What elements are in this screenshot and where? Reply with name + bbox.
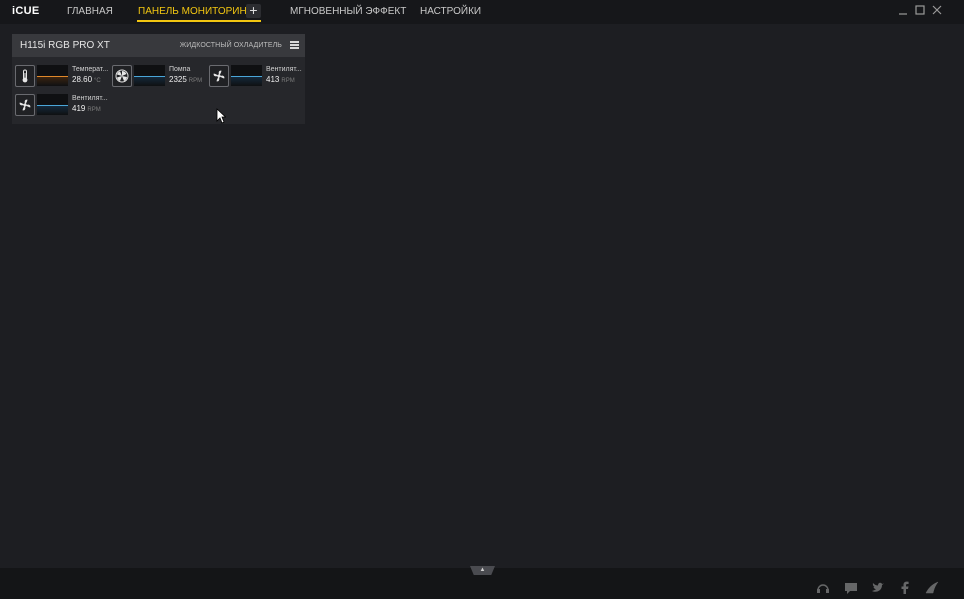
graph-fill [134, 77, 165, 86]
cooler-widget: H115i RGB PRO XT ЖИДКОСТНЫЙ ОХЛАДИТЕЛЬ Т… [12, 34, 305, 124]
twitter-icon[interactable] [871, 581, 885, 595]
sensor-unit: RPM [281, 78, 295, 84]
sensor-graph [37, 94, 68, 115]
sensor-graph [37, 65, 68, 86]
sensor-unit: RPM [188, 78, 203, 84]
sensor-value: 2325 RPM [169, 75, 203, 84]
icue-window: iCUE ГЛАВНАЯ ПАНЕЛЬ МОНИТОРИНГА + МГНОВЕ… [0, 0, 964, 599]
facebook-icon[interactable] [898, 581, 912, 595]
graph-fill [37, 106, 68, 115]
sensor-label: Вентилят... [72, 95, 108, 102]
sensor-value: 419 RPM [72, 104, 101, 113]
minimize-button[interactable] [896, 4, 910, 18]
sensor-value: 413 RPM [266, 75, 295, 84]
mouse-cursor-icon [216, 108, 226, 124]
sensor-fan-2[interactable]: Вентилят... 419 RPM [15, 94, 111, 118]
widget-title: H115i RGB PRO XT [20, 40, 110, 51]
close-icon [932, 5, 942, 15]
expand-panel-button[interactable]: ▲ [470, 566, 495, 575]
fan-icon [209, 65, 229, 87]
top-nav-bar: iCUE ГЛАВНАЯ ПАНЕЛЬ МОНИТОРИНГА + МГНОВЕ… [0, 0, 964, 24]
sensor-graph [231, 65, 262, 86]
app-logo: iCUE [12, 5, 40, 17]
thermometer-icon [15, 65, 35, 87]
sensor-fan-1[interactable]: Вентилят... 413 RPM [209, 65, 305, 89]
sensor-value: 28.60 °C [72, 75, 101, 84]
support-icon[interactable] [816, 581, 830, 595]
maximize-icon [915, 5, 925, 15]
chat-icon[interactable] [844, 581, 858, 595]
sensor-label: Вентилят... [266, 66, 302, 73]
sensor-graph [134, 65, 165, 86]
minimize-icon [899, 13, 907, 15]
graph-fill [37, 77, 68, 86]
tab-instant-lighting[interactable]: МГНОВЕННЫЙ ЭФФЕКТ [290, 6, 406, 17]
sensor-label: Помпа [169, 66, 191, 73]
sensor-unit: °C [94, 78, 101, 84]
tab-home[interactable]: ГЛАВНАЯ [67, 6, 113, 17]
graph-fill [231, 77, 262, 86]
active-tab-indicator [137, 20, 261, 22]
maximize-button[interactable] [913, 4, 927, 18]
pump-icon [112, 65, 132, 87]
corsair-logo-icon[interactable] [925, 581, 939, 595]
widget-device-type: ЖИДКОСТНЫЙ ОХЛАДИТЕЛЬ [179, 42, 282, 49]
hamburger-menu-icon[interactable] [290, 41, 299, 49]
close-button[interactable] [930, 4, 944, 18]
sensor-temperature[interactable]: Температ... 28.60 °C [15, 65, 111, 89]
sensor-pump[interactable]: Помпа 2325 RPM [112, 65, 208, 89]
sensor-unit: RPM [87, 107, 101, 113]
sensor-label: Температ... [72, 66, 109, 73]
add-dashboard-button[interactable]: + [246, 3, 261, 18]
fan-icon [15, 94, 35, 116]
widget-header: H115i RGB PRO XT ЖИДКОСТНЫЙ ОХЛАДИТЕЛЬ [12, 34, 305, 57]
tab-settings[interactable]: НАСТРОЙКИ [420, 6, 481, 17]
tab-dashboard[interactable]: ПАНЕЛЬ МОНИТОРИНГА [138, 6, 258, 17]
